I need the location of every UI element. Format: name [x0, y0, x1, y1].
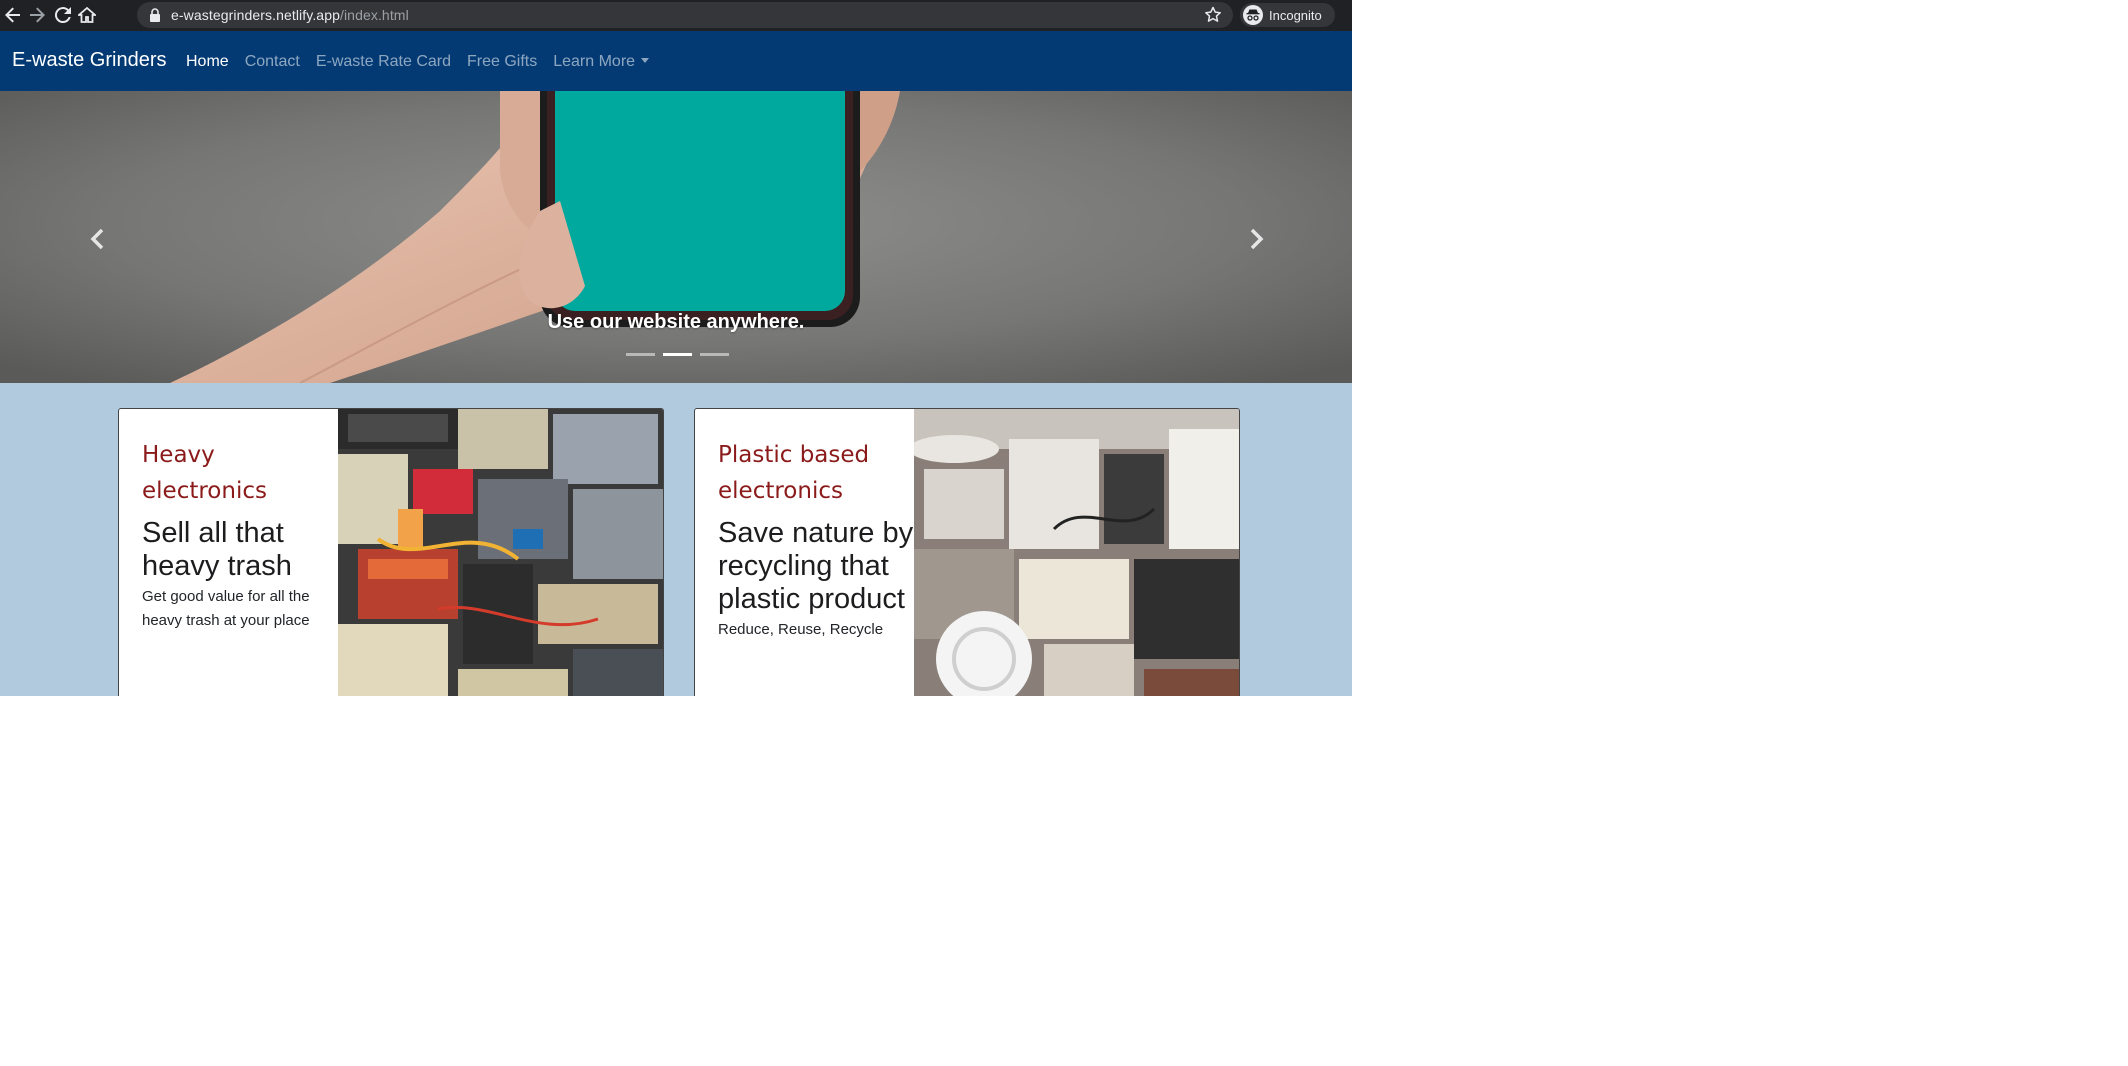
- hero-carousel: Use our website anywhere.: [0, 91, 1352, 383]
- card-heavy-electronics[interactable]: Heavy electronics Sell all that heavy tr…: [118, 408, 664, 696]
- nav-links: Home Contact E-waste Rate Card Free Gift…: [186, 53, 650, 71]
- carousel-indicator-2[interactable]: [663, 353, 692, 356]
- nav-free-gifts[interactable]: Free Gifts: [467, 53, 537, 71]
- forward-arrow-icon[interactable]: [26, 4, 48, 26]
- carousel-indicators: [626, 353, 729, 356]
- home-icon[interactable]: [76, 4, 98, 26]
- star-icon[interactable]: [1203, 5, 1223, 25]
- address-bar[interactable]: e-wastegrinders.netlify.app/index.html: [137, 2, 1233, 28]
- lock-icon[interactable]: [149, 8, 161, 22]
- carousel-indicator-3[interactable]: [700, 353, 729, 356]
- url-host: e-wastegrinders.netlify.app: [171, 7, 340, 23]
- carousel-indicator-1[interactable]: [626, 353, 655, 356]
- carousel-caption: Use our website anywhere.: [547, 311, 805, 333]
- nav-rate-card[interactable]: E-waste Rate Card: [316, 53, 451, 71]
- card-plastic-electronics[interactable]: Plastic based electronics Save nature by…: [694, 408, 1240, 696]
- chevron-left-icon: [90, 228, 104, 250]
- browser-toolbar: e-wastegrinders.netlify.app/index.html I…: [0, 0, 1352, 31]
- carousel-next-button[interactable]: [1236, 219, 1276, 259]
- incognito-icon: [1243, 5, 1263, 25]
- hand-holding-phone-photo: [0, 91, 1352, 383]
- site-navbar: E-waste Grinders Home Contact E-waste Ra…: [0, 31, 1352, 91]
- carousel-prev-button[interactable]: [78, 219, 118, 259]
- url-text[interactable]: e-wastegrinders.netlify.app/index.html: [171, 7, 409, 23]
- incognito-badge[interactable]: Incognito: [1240, 3, 1335, 27]
- site-brand[interactable]: E-waste Grinders: [12, 49, 167, 72]
- electronics-pile-photo: [338, 409, 663, 696]
- back-arrow-icon[interactable]: [2, 4, 24, 26]
- card-category: Plastic based electronics: [718, 442, 870, 504]
- card-body: Plastic based electronics Save nature by…: [695, 409, 914, 696]
- card-description: Get good value for all the heavy trash a…: [142, 588, 310, 629]
- card-description: Reduce, Reuse, Recycle: [718, 621, 884, 638]
- card-body: Heavy electronics Sell all that heavy tr…: [119, 409, 338, 696]
- browser-window: e-wastegrinders.netlify.app/index.html I…: [0, 0, 1352, 696]
- nav-learn-more-dropdown[interactable]: Learn More: [553, 53, 650, 71]
- card-category: Heavy electronics: [142, 442, 267, 504]
- reload-icon[interactable]: [52, 4, 74, 26]
- featured-section: Heavy electronics Sell all that heavy tr…: [0, 383, 1352, 696]
- nav-learn-more-label: Learn More: [553, 53, 636, 70]
- nav-contact[interactable]: Contact: [245, 53, 300, 71]
- plastic-electronics-pile-photo: [914, 409, 1239, 696]
- nav-home[interactable]: Home: [186, 53, 229, 71]
- caret-down-icon: [641, 58, 650, 63]
- card-title: Save nature by recycling that plastic pr…: [718, 517, 914, 615]
- incognito-label: Incognito: [1269, 7, 1322, 23]
- chevron-right-icon: [1250, 228, 1264, 250]
- url-path: /index.html: [339, 7, 409, 23]
- card-title: Sell all that heavy trash: [142, 517, 292, 582]
